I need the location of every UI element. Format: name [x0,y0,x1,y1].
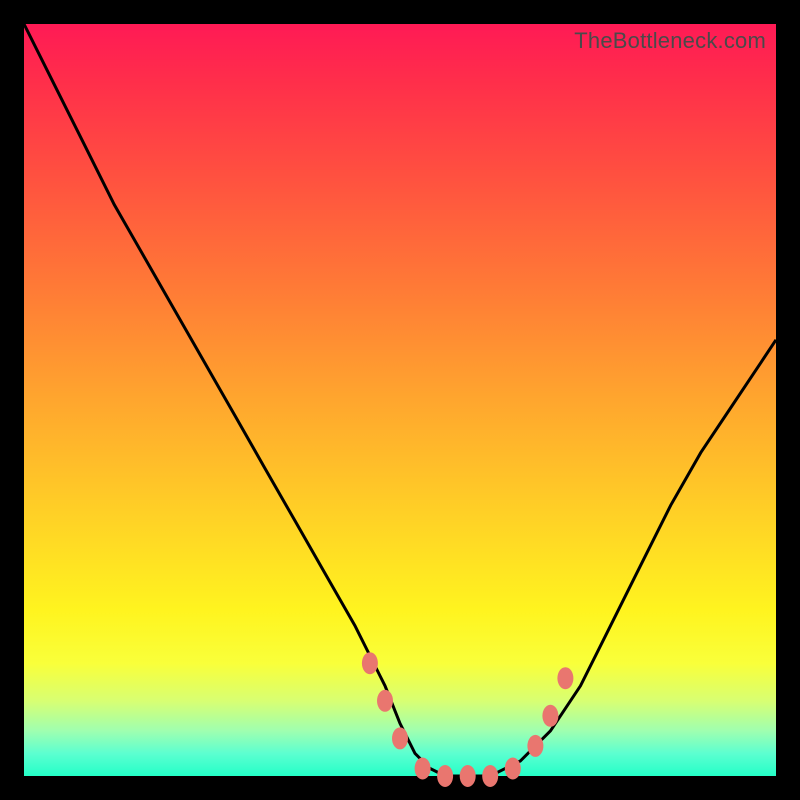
curve-marker [557,667,573,689]
curve-marker [415,758,431,780]
curve-marker [505,758,521,780]
curve-marker [542,705,558,727]
curve-path [24,24,776,776]
chart-frame: TheBottleneck.com [0,0,800,800]
curve-marker [437,765,453,787]
curve-marker [482,765,498,787]
chart-plot-area: TheBottleneck.com [24,24,776,776]
curve-marker [377,690,393,712]
bottleneck-curve [24,24,776,776]
curve-marker [362,652,378,674]
curve-marker [527,735,543,757]
curve-marker [460,765,476,787]
curve-marker [392,727,408,749]
curve-markers [362,652,574,787]
